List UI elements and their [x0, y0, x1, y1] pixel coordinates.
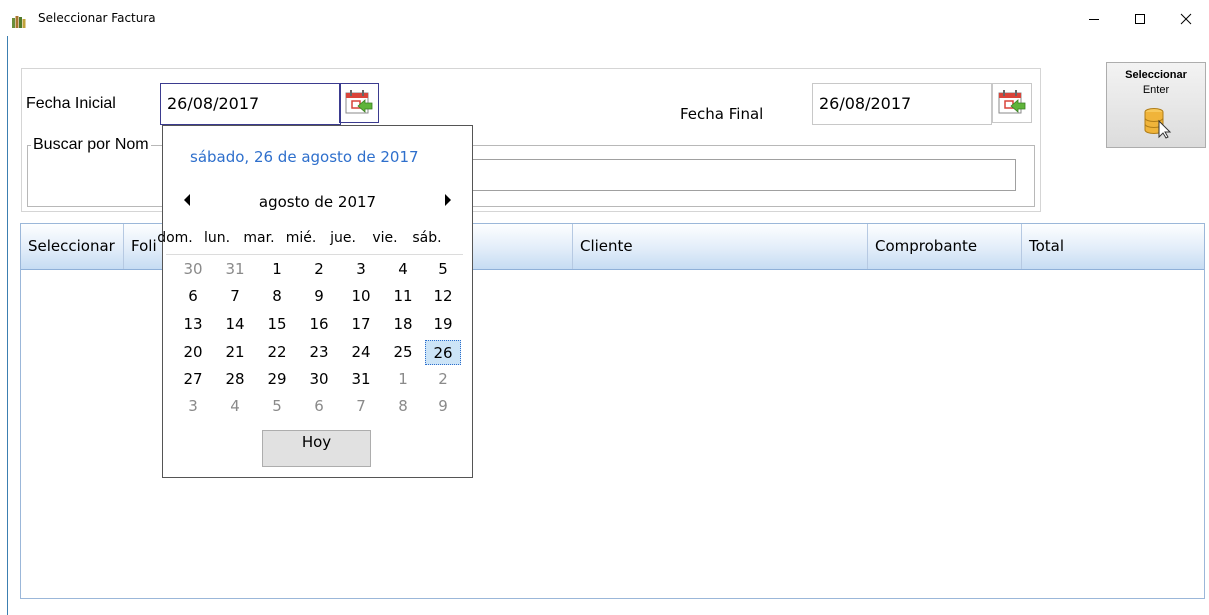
window-title: Seleccionar Factura	[38, 11, 156, 25]
books-app-icon	[12, 13, 26, 28]
calendar-day[interactable]: 2	[425, 367, 461, 392]
calendar-day[interactable]: 1	[259, 257, 295, 282]
calendar-day[interactable]: 10	[343, 284, 379, 309]
calendar-day[interactable]: 24	[343, 340, 379, 365]
close-button[interactable]	[1163, 0, 1209, 38]
calendar-icon	[998, 90, 1026, 114]
weekday-header: vie.	[372, 230, 398, 246]
calendar-dropdown: sábado, 26 de agosto de 2017 agosto de 2…	[157, 125, 473, 478]
calendar-day[interactable]: 16	[301, 312, 337, 337]
calendar-day[interactable]: 13	[175, 312, 211, 337]
buscar-input[interactable]	[470, 159, 1016, 191]
calendar-day[interactable]: 17	[343, 312, 379, 337]
calendar-day[interactable]: 23	[301, 340, 337, 365]
weekday-header: sáb.	[412, 230, 442, 246]
calendar-day[interactable]: 5	[425, 257, 461, 282]
maximize-button[interactable]	[1117, 0, 1163, 38]
fecha-final-input[interactable]: 26/08/2017	[812, 83, 992, 125]
calendar-day[interactable]: 11	[385, 284, 421, 309]
fecha-inicial-input[interactable]: 26/08/2017	[160, 83, 341, 125]
column-header-total[interactable]: Total	[1022, 224, 1204, 269]
calendar-day[interactable]: 6	[175, 284, 211, 309]
calendar-day[interactable]: 7	[217, 284, 253, 309]
weekday-header: lun.	[203, 230, 231, 246]
buscar-label: Buscar por Nom	[31, 136, 151, 154]
calendar-day[interactable]: 2	[301, 257, 337, 282]
fecha-inicial-value: 26/08/2017	[167, 94, 260, 113]
database-cursor-icon	[1144, 108, 1172, 139]
calendar-day[interactable]: 29	[259, 367, 295, 392]
calendar-day[interactable]: 6	[301, 394, 337, 419]
calendar-month-label[interactable]: agosto de 2017	[163, 193, 472, 211]
calendar-today-label[interactable]: sábado, 26 de agosto de 2017	[190, 148, 419, 166]
calendar-day[interactable]: 31	[217, 257, 253, 282]
calendar-day[interactable]: 5	[259, 394, 295, 419]
calendar-day[interactable]: 9	[301, 284, 337, 309]
fecha-inicial-label: Fecha Inicial	[26, 95, 116, 112]
weekday-header: dom.	[157, 230, 193, 246]
calendar-day[interactable]: 19	[425, 312, 461, 337]
minimize-button[interactable]	[1071, 0, 1117, 38]
calendar-day[interactable]: 8	[259, 284, 295, 309]
calendar-day[interactable]: 27	[175, 367, 211, 392]
calendar-day[interactable]: 31	[343, 367, 379, 392]
title-bar	[0, 0, 1209, 38]
window-left-border	[7, 36, 8, 615]
calendar-day[interactable]: 4	[385, 257, 421, 282]
calendar-day[interactable]: 30	[301, 367, 337, 392]
calendar-day[interactable]: 3	[343, 257, 379, 282]
calendar-day[interactable]: 4	[217, 394, 253, 419]
fecha-final-value: 26/08/2017	[819, 94, 912, 113]
calendar-day[interactable]: 26	[425, 340, 461, 365]
calendar-weekday-header: dom. lun. mar. mié. jue. vie. sáb.	[157, 230, 463, 255]
calendar-day[interactable]: 1	[385, 367, 421, 392]
fecha-inicial-calendar-button[interactable]	[339, 83, 379, 123]
seleccionar-button-label: Seleccionar	[1125, 69, 1187, 81]
seleccionar-button[interactable]: Seleccionar Enter	[1106, 62, 1206, 148]
weekday-header: mar.	[243, 230, 275, 246]
column-header-cliente[interactable]: Cliente	[573, 224, 868, 269]
calendar-day[interactable]: 18	[385, 312, 421, 337]
calendar-icon	[345, 90, 373, 114]
calendar-day[interactable]: 22	[259, 340, 295, 365]
calendar-day[interactable]: 28	[217, 367, 253, 392]
fecha-final-calendar-button[interactable]	[992, 83, 1032, 123]
next-month-arrow-icon[interactable]	[445, 194, 451, 206]
calendar-day[interactable]: 7	[343, 394, 379, 419]
calendar-day[interactable]: 12	[425, 284, 461, 309]
calendar-day[interactable]: 25	[385, 340, 421, 365]
calendar-day[interactable]: 15	[259, 312, 295, 337]
seleccionar-shortcut-label: Enter	[1142, 84, 1170, 96]
weekday-header: jue.	[330, 230, 356, 246]
calendar-day[interactable]: 9	[425, 394, 461, 419]
calendar-day[interactable]: 20	[175, 340, 211, 365]
column-header-seleccionar[interactable]: Seleccionar	[21, 224, 124, 269]
fecha-final-label: Fecha Final	[680, 105, 764, 123]
weekday-header: mié.	[285, 230, 317, 246]
calendar-day[interactable]: 14	[217, 312, 253, 337]
calendar-day[interactable]: 21	[217, 340, 253, 365]
calendar-day[interactable]: 8	[385, 394, 421, 419]
calendar-day[interactable]: 30	[175, 257, 211, 282]
calendar-day[interactable]: 3	[175, 394, 211, 419]
hoy-button[interactable]: Hoy	[262, 430, 371, 467]
column-header-comprobante[interactable]: Comprobante	[868, 224, 1022, 269]
